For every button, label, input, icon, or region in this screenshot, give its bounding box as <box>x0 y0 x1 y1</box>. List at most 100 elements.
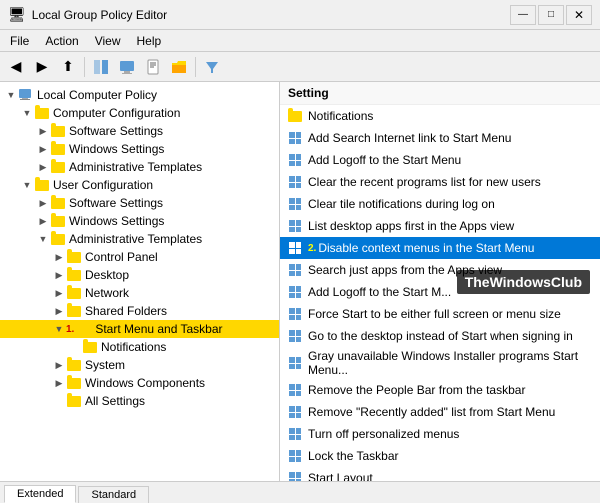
maximize-button[interactable]: □ <box>538 5 564 25</box>
tab-extended[interactable]: Extended <box>4 485 76 503</box>
setting-row-add-logoff[interactable]: Add Logoff to the Start Menu <box>280 149 600 171</box>
expand-icon: ▶ <box>52 286 66 300</box>
expand-icon: ▶ <box>52 250 66 264</box>
filter-button[interactable] <box>200 55 224 79</box>
tree-label: Computer Configuration <box>53 106 180 120</box>
setting-row-remove-recently-added[interactable]: Remove "Recently added" list from Start … <box>280 401 600 423</box>
tab-standard[interactable]: Standard <box>78 486 149 503</box>
tree-label: Administrative Templates <box>69 232 202 246</box>
setting-grid-icon <box>286 261 304 279</box>
setting-label: Turn off personalized menus <box>308 427 459 441</box>
folder-icon <box>82 339 98 355</box>
tree-node-all-settings[interactable]: ▶ All Settings <box>0 392 279 410</box>
setting-row-add-logoff2[interactable]: Add Logoff to the Start M... <box>280 281 600 303</box>
tree-node-software-settings-comp[interactable]: ▶ Software Settings <box>0 122 279 140</box>
menu-file[interactable]: File <box>4 32 35 49</box>
tree-label: Shared Folders <box>85 304 167 318</box>
tree-label: User Configuration <box>53 178 153 192</box>
folder-icon-cc <box>34 105 50 121</box>
setting-row-go-to-desktop[interactable]: Go to the desktop instead of Start when … <box>280 325 600 347</box>
setting-row-remove-people-bar[interactable]: Remove the People Bar from the taskbar <box>280 379 600 401</box>
tree-node-computer-config[interactable]: ▼ Computer Configuration <box>0 104 279 122</box>
expand-icon: ▶ <box>52 304 66 318</box>
setting-grid-icon <box>286 354 304 372</box>
badge-2: 2. <box>308 243 316 254</box>
expand-icon: ▼ <box>36 232 50 246</box>
tree-node-system[interactable]: ▶ System <box>0 356 279 374</box>
tree-node-admin-templates-comp[interactable]: ▶ Administrative Templates <box>0 158 279 176</box>
setting-row-clear-recent-docs[interactable]: Clear the recent programs list for new u… <box>280 171 600 193</box>
tree-label: Local Computer Policy <box>37 88 157 102</box>
expand-icon-uc: ▼ <box>20 178 34 192</box>
tree-label: Control Panel <box>85 250 158 264</box>
setting-label: Lock the Taskbar <box>308 449 399 463</box>
tree-panel: ▼ Local Computer Policy ▼ Computer Confi… <box>0 82 280 481</box>
tree-label: System <box>85 358 125 372</box>
folder-icon <box>66 267 82 283</box>
setting-grid-icon <box>286 239 304 257</box>
setting-label: Add Logoff to the Start Menu <box>308 153 461 167</box>
expand-icon: ▶ <box>52 268 66 282</box>
menu-help[interactable]: Help <box>131 32 168 49</box>
close-button[interactable]: ✕ <box>566 5 592 25</box>
tree-node-software-settings-user[interactable]: ▶ Software Settings <box>0 194 279 212</box>
minimize-button[interactable]: — <box>510 5 536 25</box>
setting-row-list-desktop-apps[interactable]: List desktop apps first in the Apps view <box>280 215 600 237</box>
window-title: Local Group Policy Editor <box>32 8 167 22</box>
tree-node-control-panel[interactable]: ▶ Control Panel <box>0 248 279 266</box>
show-hide-button[interactable] <box>89 55 113 79</box>
folder-icon <box>66 375 82 391</box>
setting-row-search-just-apps[interactable]: Search just apps from the Apps view <box>280 259 600 281</box>
tree-node-windows-components[interactable]: ▶ Windows Components <box>0 374 279 392</box>
tree-node-network[interactable]: ▶ Network <box>0 284 279 302</box>
tree-node-notifications[interactable]: ▶ Notifications <box>0 338 279 356</box>
tree-label: Desktop <box>85 268 129 282</box>
setting-grid-icon <box>286 129 304 147</box>
setting-grid-icon <box>286 217 304 235</box>
setting-row-force-start-size[interactable]: Force Start to be either full screen or … <box>280 303 600 325</box>
tree-label: Software Settings <box>69 196 163 210</box>
tree-node-local-computer-policy[interactable]: ▼ Local Computer Policy <box>0 86 279 104</box>
computer-view-button[interactable] <box>115 55 139 79</box>
toolbar-separator-1 <box>84 57 85 77</box>
setting-row-turn-off-personalized[interactable]: Turn off personalized menus <box>280 423 600 445</box>
setting-grid-icon <box>286 469 304 481</box>
up-button[interactable]: ⬆ <box>56 55 80 79</box>
tree-node-windows-settings-comp[interactable]: ▶ Windows Settings <box>0 140 279 158</box>
setting-grid-icon <box>286 305 304 323</box>
back-button[interactable]: ◀ <box>4 55 28 79</box>
tree-node-start-menu-taskbar[interactable]: ▼ 1. Start Menu and Taskbar <box>0 320 279 338</box>
folder-icon <box>66 249 82 265</box>
setting-label: Force Start to be either full screen or … <box>308 307 561 321</box>
setting-grid-icon <box>286 425 304 443</box>
setting-grid-icon <box>286 283 304 301</box>
tree-label: Software Settings <box>69 124 163 138</box>
tree-label: All Settings <box>85 394 145 408</box>
menu-bar: File Action View Help <box>0 30 600 52</box>
forward-button[interactable]: ▶ <box>30 55 54 79</box>
setting-row-start-layout[interactable]: Start Layout <box>280 467 600 481</box>
folder-icon <box>50 123 66 139</box>
tree-label: Notifications <box>101 340 166 354</box>
folder-icon <box>66 303 82 319</box>
folder-view-button[interactable] <box>167 55 191 79</box>
tree-node-user-config[interactable]: ▼ User Configuration <box>0 176 279 194</box>
setting-row-clear-tile-notifications[interactable]: Clear tile notifications during log on <box>280 193 600 215</box>
tree-node-desktop[interactable]: ▶ Desktop <box>0 266 279 284</box>
page-view-button[interactable] <box>141 55 165 79</box>
setting-row-lock-taskbar[interactable]: Lock the Taskbar <box>280 445 600 467</box>
setting-label: Gray unavailable Windows Installer progr… <box>308 349 594 377</box>
settings-panel: Setting Notifications Add Search Interne… <box>280 82 600 481</box>
expand-icon-cc: ▼ <box>20 106 34 120</box>
setting-row-add-search-internet[interactable]: Add Search Internet link to Start Menu <box>280 127 600 149</box>
tree-node-admin-templates-user[interactable]: ▼ Administrative Templates <box>0 230 279 248</box>
tree-node-windows-settings-user[interactable]: ▶ Windows Settings <box>0 212 279 230</box>
menu-view[interactable]: View <box>89 32 127 49</box>
toolbar-separator-2 <box>195 57 196 77</box>
tree-node-shared-folders[interactable]: ▶ Shared Folders <box>0 302 279 320</box>
setting-row-disable-context-menus[interactable]: 2. Disable context menus in the Start Me… <box>280 237 600 259</box>
setting-row-notifications-folder[interactable]: Notifications <box>280 105 600 127</box>
menu-action[interactable]: Action <box>39 32 84 49</box>
badge-1: 1. <box>66 324 74 335</box>
setting-row-gray-unavailable[interactable]: Gray unavailable Windows Installer progr… <box>280 347 600 379</box>
